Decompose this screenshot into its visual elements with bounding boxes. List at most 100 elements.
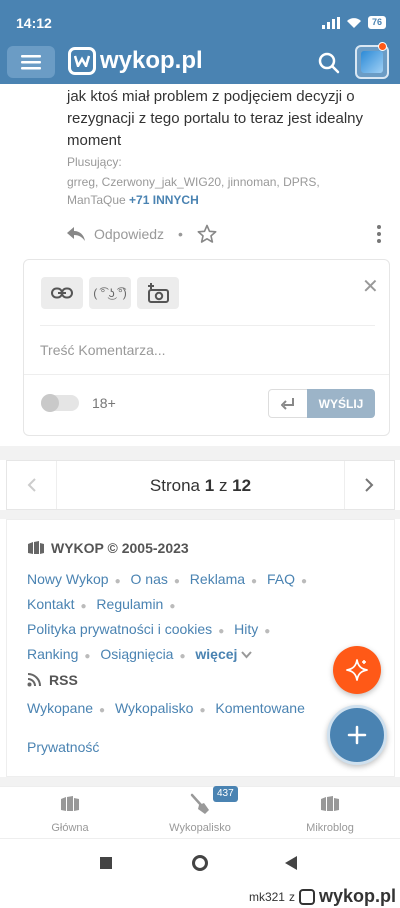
logo-text: wykop.pl — [100, 47, 203, 74]
watermark-brand: wykop.pl — [318, 886, 396, 906]
insert-link-button[interactable] — [41, 277, 83, 309]
send-button[interactable]: WYŚLIJ — [307, 389, 375, 418]
android-nav-bar — [0, 838, 400, 884]
footer-more-link[interactable]: więcej — [195, 646, 253, 662]
rss-title: RSS — [49, 672, 78, 688]
reply-icon[interactable] — [66, 226, 86, 242]
sparkle-icon — [346, 659, 368, 681]
tab-label: Wykopalisko — [169, 822, 231, 834]
comment-input[interactable]: Treść Komentarza... — [40, 342, 166, 358]
link-icon — [51, 287, 73, 299]
tab-wykopalisko[interactable]: Wykopalisko — [140, 793, 260, 834]
footer-link[interactable]: Regulamin — [96, 596, 163, 612]
wykop-home-icon — [61, 796, 79, 811]
footer-link[interactable]: Ranking — [27, 646, 78, 662]
menu-button[interactable] — [7, 46, 55, 78]
screen: 14:12 76 wykop.pl jak ktoś miał problem … — [0, 0, 400, 908]
wykop-logo[interactable]: wykop.pl — [68, 47, 203, 75]
divider — [24, 374, 389, 375]
bottom-tab-bar: Główna Wykopalisko Mikroblog — [0, 786, 400, 838]
rss-icon — [27, 673, 41, 687]
lenny-face-button[interactable]: ( ͡° ͜ʖ ͡°) — [89, 277, 131, 309]
close-icon[interactable]: ✕ — [362, 274, 379, 299]
rss-links: Wykopane ● Wykopalisko ● Komentowane — [27, 700, 305, 716]
sparkle-fab[interactable] — [333, 646, 381, 694]
page-prefix: Strona — [149, 476, 200, 495]
notification-dot — [378, 42, 387, 51]
more-label: więcej — [195, 646, 238, 662]
comment-actions: Odpowiedz • — [66, 224, 217, 244]
page-current: 1 — [204, 476, 215, 495]
footer-brand: WYKOP © 2005-2023 — [27, 540, 189, 556]
app-header: wykop.pl — [0, 40, 400, 84]
search-icon[interactable] — [318, 52, 340, 74]
watermark-user: mk321 — [248, 889, 285, 904]
reply-button[interactable]: Odpowiedz — [94, 226, 164, 242]
star-icon[interactable] — [197, 224, 217, 244]
add-fab[interactable] — [327, 705, 387, 765]
tab-glowna[interactable]: Główna — [10, 793, 130, 834]
next-page-button[interactable] — [344, 461, 394, 509]
footer-copyright: WYKOP © 2005-2023 — [51, 540, 189, 556]
more-options-icon[interactable] — [375, 224, 383, 244]
plusujacy-more[interactable]: +71 INNYCH — [129, 193, 199, 207]
footer-link[interactable]: Polityka prywatności i cookies — [27, 621, 212, 637]
plus-icon — [347, 725, 367, 745]
watermark-z: z — [288, 889, 295, 904]
home-button[interactable] — [192, 855, 208, 871]
footer-link[interactable]: Hity — [234, 621, 258, 637]
footer-link[interactable]: Kontakt — [27, 596, 74, 612]
tab-label: Główna — [51, 822, 89, 834]
footer-links-row: Nowy Wykop ● O nas ● Reklama ● FAQ ● — [27, 571, 308, 587]
privacy-link[interactable]: Prywatność — [27, 739, 99, 755]
footer-link[interactable]: Osiągnięcia — [100, 646, 173, 662]
wykop-logo-icon — [298, 888, 315, 905]
battery-icon: 76 — [367, 16, 386, 29]
page-indicator: Strona 1 z 12 — [57, 476, 344, 496]
enter-icon — [281, 397, 294, 410]
status-bar: 14:12 76 — [0, 0, 400, 40]
prev-page-button[interactable] — [7, 461, 57, 509]
footer-link[interactable]: Nowy Wykop — [27, 571, 109, 587]
rss-heading: RSS — [27, 672, 78, 688]
tab-label: Mikroblog — [306, 822, 354, 834]
wykop-logo-icon — [68, 47, 96, 75]
page-middle: z — [218, 476, 228, 495]
rss-link[interactable]: Komentowane — [215, 700, 305, 716]
chevron-right-icon — [365, 478, 374, 492]
insert-photo-button[interactable] — [137, 277, 179, 309]
enter-button[interactable] — [268, 389, 308, 418]
divider — [0, 777, 400, 786]
page-total: 12 — [232, 476, 252, 495]
footer-link[interactable]: O nas — [131, 571, 168, 587]
shovel-icon — [190, 793, 209, 814]
separator-dot: • — [178, 226, 183, 242]
hamburger-icon — [21, 55, 41, 70]
divider — [0, 446, 400, 460]
footer-links-row: Ranking ● Osiągnięcia ● więcej — [27, 643, 357, 668]
comment-form: ( ͡° ͜ʖ ͡°) ✕ Treść Komentarza... 18+ WY… — [23, 259, 390, 436]
footer-links-row: Polityka prywatności i cookies ● Hity ● — [27, 621, 271, 637]
wifi-icon — [346, 17, 361, 28]
system-icons: 76 — [321, 16, 386, 29]
signal-icon — [321, 16, 340, 29]
rss-link[interactable]: Wykopalisko — [115, 700, 193, 716]
mikroblog-icon — [321, 796, 339, 811]
adult-toggle-label: 18+ — [92, 395, 116, 411]
rss-link[interactable]: Wykopane — [27, 700, 93, 716]
adult-toggle-knob[interactable] — [41, 394, 59, 412]
divider — [40, 325, 375, 326]
footer-links-row: Kontakt ● Regulamin ● — [27, 596, 176, 612]
pagination: Strona 1 z 12 — [6, 460, 395, 510]
plusujacy-list: grreg, Czerwony_jak_WIG20, jinnoman, DPR… — [67, 173, 357, 209]
footer-links: Nowy Wykop ● O nas ● Reklama ● FAQ ● Kontakt… — [27, 568, 357, 668]
wykop-mark-icon — [28, 541, 44, 554]
plusujacy-label: Plusujący: — [67, 155, 122, 169]
footer-link[interactable]: FAQ — [267, 571, 295, 587]
tab-mikroblog[interactable]: Mikroblog — [270, 793, 390, 834]
chevron-down-icon — [241, 651, 253, 659]
back-button[interactable] — [285, 856, 297, 870]
footer-link[interactable]: Reklama — [190, 571, 245, 587]
wykopalisko-count-badge: 437 — [213, 786, 238, 802]
recents-button[interactable] — [100, 857, 112, 869]
